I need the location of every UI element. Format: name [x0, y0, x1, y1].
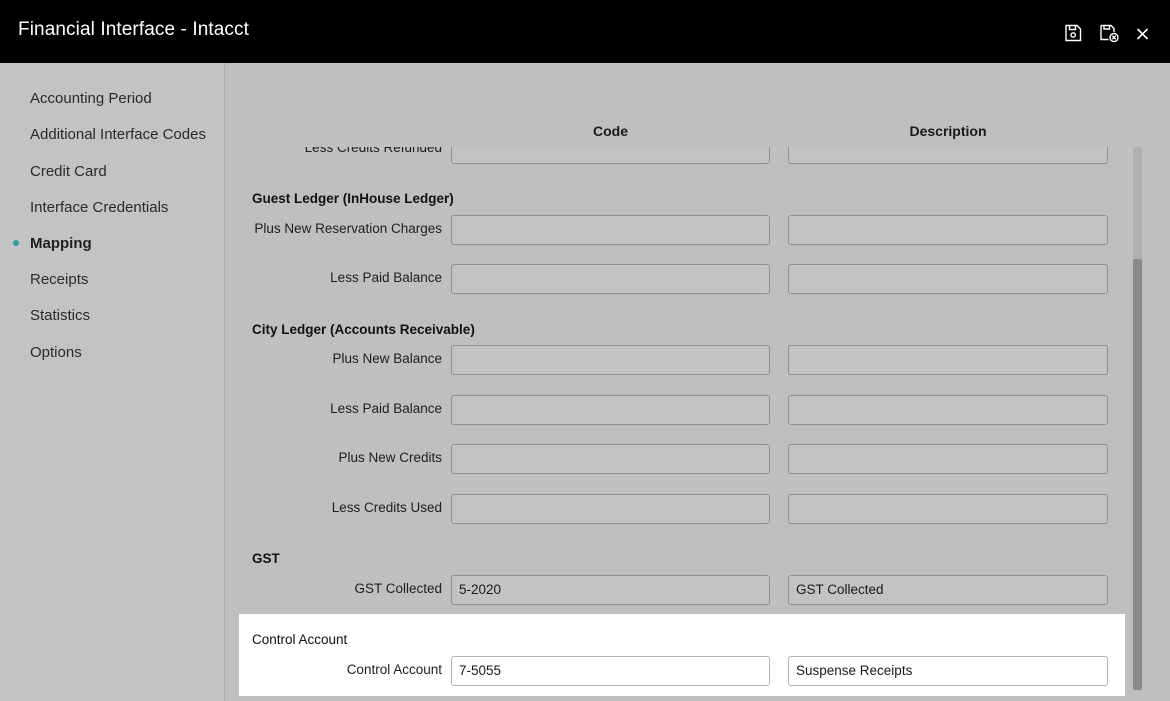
sidebar-item-interface-credentials[interactable]: Interface Credentials: [30, 199, 168, 216]
code-input[interactable]: [451, 147, 770, 164]
sidebar-item-mapping[interactable]: Mapping: [30, 235, 92, 252]
close-icon[interactable]: [1132, 22, 1154, 44]
description-input[interactable]: [788, 395, 1108, 425]
row-label: Plus New Reservation Charges: [254, 221, 442, 236]
row-label: Plus New Credits: [338, 450, 442, 465]
scrollbar-thumb[interactable]: [1133, 259, 1142, 690]
window-title: Financial Interface - Intacct: [18, 19, 250, 40]
sidebar-item-options[interactable]: Options: [30, 344, 82, 361]
sidebar-item-receipts[interactable]: Receipts: [30, 271, 88, 288]
description-input[interactable]: [788, 215, 1108, 245]
active-indicator-dot: [13, 240, 19, 246]
section-title-city-ledger: City Ledger (Accounts Receivable): [252, 322, 475, 337]
sidebar-nav: Accounting Period Additional Interface C…: [0, 63, 225, 701]
description-input[interactable]: [788, 345, 1108, 375]
code-input[interactable]: [451, 444, 770, 474]
code-input[interactable]: [451, 494, 770, 524]
sidebar-item-statistics[interactable]: Statistics: [30, 307, 90, 324]
row-label: Less Credits Used: [331, 500, 442, 515]
description-input[interactable]: [788, 264, 1108, 294]
description-input[interactable]: Suspense Receipts: [788, 656, 1108, 686]
sidebar-item-accounting-period[interactable]: Accounting Period: [30, 90, 152, 107]
mapping-panel: Code Description Less Credits Refunded G…: [225, 63, 1170, 701]
code-input[interactable]: [451, 345, 770, 375]
row-label: Less Paid Balance: [330, 270, 442, 285]
section-title-gst: GST: [252, 551, 280, 566]
row-label: GST Collected: [354, 581, 442, 596]
code-input[interactable]: 7-5055: [451, 656, 770, 686]
code-input[interactable]: 5-2020: [451, 575, 770, 605]
title-bar: Financial Interface - Intacct: [0, 0, 1170, 63]
code-input[interactable]: [451, 395, 770, 425]
partial-row: Less Credits Refunded: [225, 147, 1170, 167]
description-input[interactable]: [788, 494, 1108, 524]
row-label: Plus New Balance: [332, 351, 442, 366]
sidebar-item-credit-card[interactable]: Credit Card: [30, 163, 107, 180]
code-input[interactable]: [451, 264, 770, 294]
save-icon[interactable]: [1062, 22, 1084, 44]
row-label: Less Paid Balance: [330, 401, 442, 416]
section-title-guest-ledger: Guest Ledger (InHouse Ledger): [252, 191, 454, 206]
description-input[interactable]: [788, 147, 1108, 164]
code-input[interactable]: [451, 215, 770, 245]
column-header-description: Description: [909, 123, 987, 139]
description-input[interactable]: GST Collected: [788, 575, 1108, 605]
row-label: Less Credits Refunded: [304, 147, 442, 155]
save-and-close-icon[interactable]: [1098, 22, 1120, 44]
row-label: Control Account: [346, 662, 442, 677]
description-input[interactable]: [788, 444, 1108, 474]
sidebar-item-additional-interface-codes[interactable]: Additional Interface Codes: [30, 126, 206, 143]
column-header-code: Code: [593, 123, 628, 139]
section-title-control-account: Control Account: [252, 632, 348, 647]
